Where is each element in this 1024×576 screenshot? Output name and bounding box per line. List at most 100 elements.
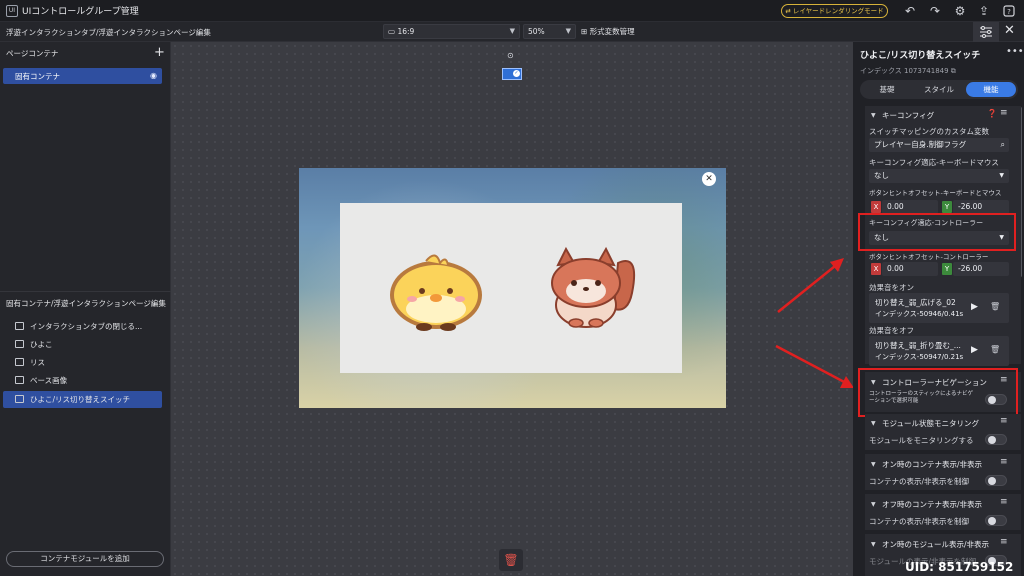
container-item-label: 固有コンテナ (15, 72, 60, 81)
redo-icon[interactable]: ↷ (927, 3, 943, 19)
app-title: UIコントロールグループ管理 (22, 7, 139, 17)
trash-icon[interactable]: 🗑 (990, 345, 1000, 354)
tab-style[interactable]: スタイル (913, 82, 965, 97)
offset-x-input[interactable]: 0.00 (882, 262, 938, 276)
variable-picker-icon[interactable]: ⌕ (1001, 138, 1005, 152)
menu-icon[interactable]: ≡ (1000, 416, 1008, 426)
sound-index: インデックス-50946/0.41s (875, 310, 964, 318)
tab-function[interactable]: 機能 (966, 82, 1016, 97)
toggle-knob (988, 517, 996, 525)
offset-y-input[interactable]: -26.00 (953, 200, 1009, 214)
menu-icon[interactable]: ≡ (1000, 457, 1008, 467)
add-container-module-button[interactable]: コンテナモジュールを追加 (6, 551, 164, 567)
tree-item[interactable]: インタラクションタブの閉じる... (3, 318, 162, 335)
chevron-down-icon[interactable]: ▼ (871, 501, 876, 508)
chevron-down-icon: ▼ (509, 27, 515, 35)
menu-icon[interactable]: ≡ (1000, 108, 1008, 118)
tree-item-selected[interactable]: ひよこ/リス切り替えスイッチ (3, 391, 162, 408)
tree-item[interactable]: ベース画像 (3, 372, 162, 389)
widget-icon (15, 322, 24, 330)
base-image-panel[interactable] (340, 203, 682, 373)
container-item[interactable]: 固有コンテナ ◉ (3, 68, 162, 84)
chevron-down-icon[interactable]: ▼ (871, 420, 876, 427)
sound-name: 切り替え_弱_折り畳む_... (875, 341, 961, 350)
tree-item[interactable]: ひよこ (3, 336, 162, 353)
copy-icon[interactable]: ⧉ (951, 67, 956, 75)
aspect-ratio-select[interactable]: ▭ 16:9 ▼ (383, 24, 520, 39)
on-container-toggle[interactable] (985, 475, 1007, 486)
offset-x-input[interactable]: 0.00 (882, 200, 938, 214)
image-icon (15, 358, 24, 366)
anchor-icon[interactable]: ⊙ (507, 51, 514, 60)
format-variable-label: 形式変数管理 (589, 27, 635, 36)
more-icon[interactable]: ••• (1006, 46, 1024, 57)
image-icon (15, 340, 24, 348)
keyboard-mouse-select[interactable]: なし ▼ (869, 169, 1009, 183)
trash-icon[interactable]: 🗑 (499, 549, 523, 571)
squirrel-image[interactable] (540, 243, 640, 335)
anchor-handle[interactable]: ✓ (502, 68, 522, 80)
sound-name: 切り替え_弱_広げる_02 (875, 298, 956, 307)
chevron-down-icon[interactable]: ▼ (871, 461, 876, 468)
edit-section-title: 固有コンテナ/浮遊インタラクションページ編集 (6, 299, 166, 308)
tab-basic[interactable]: 基礎 (862, 82, 912, 97)
chick-image[interactable] (386, 251, 486, 333)
eye-icon[interactable]: ◉ (150, 71, 157, 80)
field-label: ボタンヒントオフセット-キーボードとマウス (869, 189, 1002, 197)
field-label: コンテナの表示/非表示を制御 (869, 517, 970, 526)
menu-icon[interactable]: ≡ (1000, 537, 1008, 547)
tree-item[interactable]: リス (3, 354, 162, 371)
field-label: コンテナの表示/非表示を制御 (869, 477, 970, 486)
check-icon: ✓ (513, 70, 520, 77)
section-header: オン時のコンテナ表示/非表示 (882, 460, 983, 469)
preview-page[interactable]: ✕ (299, 168, 726, 408)
panel-title: ひよこ/リス切り替えスイッチ (860, 51, 981, 61)
field-label: キーコンフィグ適応-キーボードマウス (869, 158, 999, 167)
tree-item-label: インタラクションタブの閉じる... (30, 322, 143, 331)
field-label: スイッチマッピングのカスタム変数 (869, 127, 989, 136)
module-monitor-toggle[interactable] (985, 434, 1007, 445)
close-icon[interactable]: ✕ (1004, 23, 1015, 38)
help-icon[interactable]: ? (1001, 3, 1017, 19)
chevron-down-icon[interactable]: ▼ (871, 541, 876, 548)
zoom-select[interactable]: 50% ▼ (523, 24, 576, 39)
play-icon[interactable]: ▶ (971, 345, 978, 355)
annotation-arrow-icon (775, 344, 854, 388)
sound-off-field[interactable]: 切り替え_弱_折り畳む_... インデックス-50947/0.21s ▶ 🗑 (869, 336, 1009, 366)
layered-render-mode-button[interactable]: ⇄ レイヤードレンダリングモード (781, 4, 888, 18)
image-icon (15, 376, 24, 384)
help-icon[interactable]: ❓ (987, 109, 997, 118)
chevron-down-icon[interactable]: ▼ (871, 112, 876, 119)
chevron-down-icon: ▼ (999, 172, 1004, 179)
tree-item-label: ひよこ/リス切り替えスイッチ (30, 395, 131, 404)
custom-variable-value: プレイヤー自身.制御フラグ (874, 140, 967, 149)
toggle-knob (988, 436, 996, 444)
sound-index: インデックス-50947/0.21s (875, 353, 964, 361)
play-icon[interactable]: ▶ (971, 302, 978, 312)
offset-y-input[interactable]: -26.00 (953, 262, 1009, 276)
page-container-title: ページコンテナ (6, 49, 59, 58)
divider (0, 291, 171, 292)
field-label: モジュールをモニタリングする (869, 436, 974, 445)
settings-icon[interactable]: ⚙ (952, 3, 968, 19)
format-variable-button[interactable]: ⊞ 形式変数管理 (581, 24, 635, 39)
add-icon[interactable]: + (154, 45, 165, 60)
off-container-toggle[interactable] (985, 515, 1007, 526)
sliders-icon (980, 26, 992, 38)
switch-icon (15, 395, 24, 403)
export-icon[interactable]: ⇪ (976, 3, 992, 19)
highlight-box (858, 368, 1018, 417)
tree-item-label: ベース画像 (30, 376, 68, 385)
trash-icon[interactable]: 🗑 (990, 302, 1000, 311)
index-label: インデックス 1073741849 ⧉ (860, 67, 956, 75)
annotation-arrow-icon (777, 258, 844, 313)
x-axis-tag: X (871, 201, 881, 213)
close-icon[interactable]: ✕ (702, 172, 716, 186)
undo-icon[interactable]: ↶ (902, 3, 918, 19)
sound-on-field[interactable]: 切り替え_弱_広げる_02 インデックス-50946/0.41s ▶ 🗑 (869, 293, 1009, 323)
custom-variable-field[interactable]: プレイヤー自身.制御フラグ ⌕ (869, 138, 1009, 152)
menu-icon[interactable]: ≡ (1000, 497, 1008, 507)
properties-panel-toggle[interactable] (973, 22, 999, 42)
app-logo-icon: UI (6, 5, 18, 17)
breadcrumb: 浮遊インタラクションタブ/浮遊インタラクションページ編集 (6, 28, 211, 37)
